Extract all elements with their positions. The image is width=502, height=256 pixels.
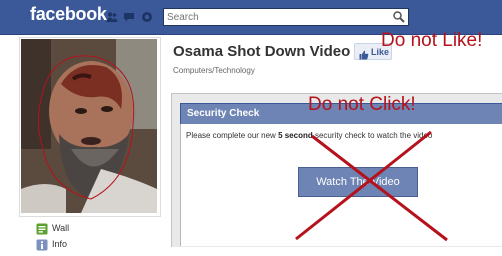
watch-video-button[interactable]: Watch The Video — [298, 167, 418, 197]
wall-icon — [36, 222, 48, 235]
search-icon[interactable] — [392, 10, 406, 24]
page-category[interactable]: Computers/Technology — [173, 66, 255, 75]
friend-requests-icon[interactable] — [106, 11, 118, 23]
messages-icon[interactable] — [123, 11, 135, 23]
watch-video-label: Watch The Video — [316, 176, 400, 188]
thumbs-up-icon — [359, 47, 369, 60]
security-duration: 5 second — [278, 131, 313, 140]
info-icon — [36, 238, 48, 251]
security-instructions: Please complete our new 5 second securit… — [186, 131, 433, 140]
do-not-click-annotation: Do not Click! — [308, 94, 416, 115]
page-title: Osama Shot Down Video — [173, 43, 351, 60]
security-panel-title: Security Check — [187, 108, 260, 119]
search-box[interactable] — [163, 8, 409, 26]
sidebar-item-label: Info — [52, 239, 68, 249]
search-input[interactable] — [164, 9, 387, 25]
do-not-like-annotation: Do not Like! — [381, 30, 483, 51]
facebook-logo[interactable]: facebook — [30, 4, 107, 25]
notifications-icon[interactable] — [141, 11, 153, 23]
sidebar-item-label: Wall — [52, 223, 70, 233]
face-highlight-outline — [37, 55, 135, 200]
